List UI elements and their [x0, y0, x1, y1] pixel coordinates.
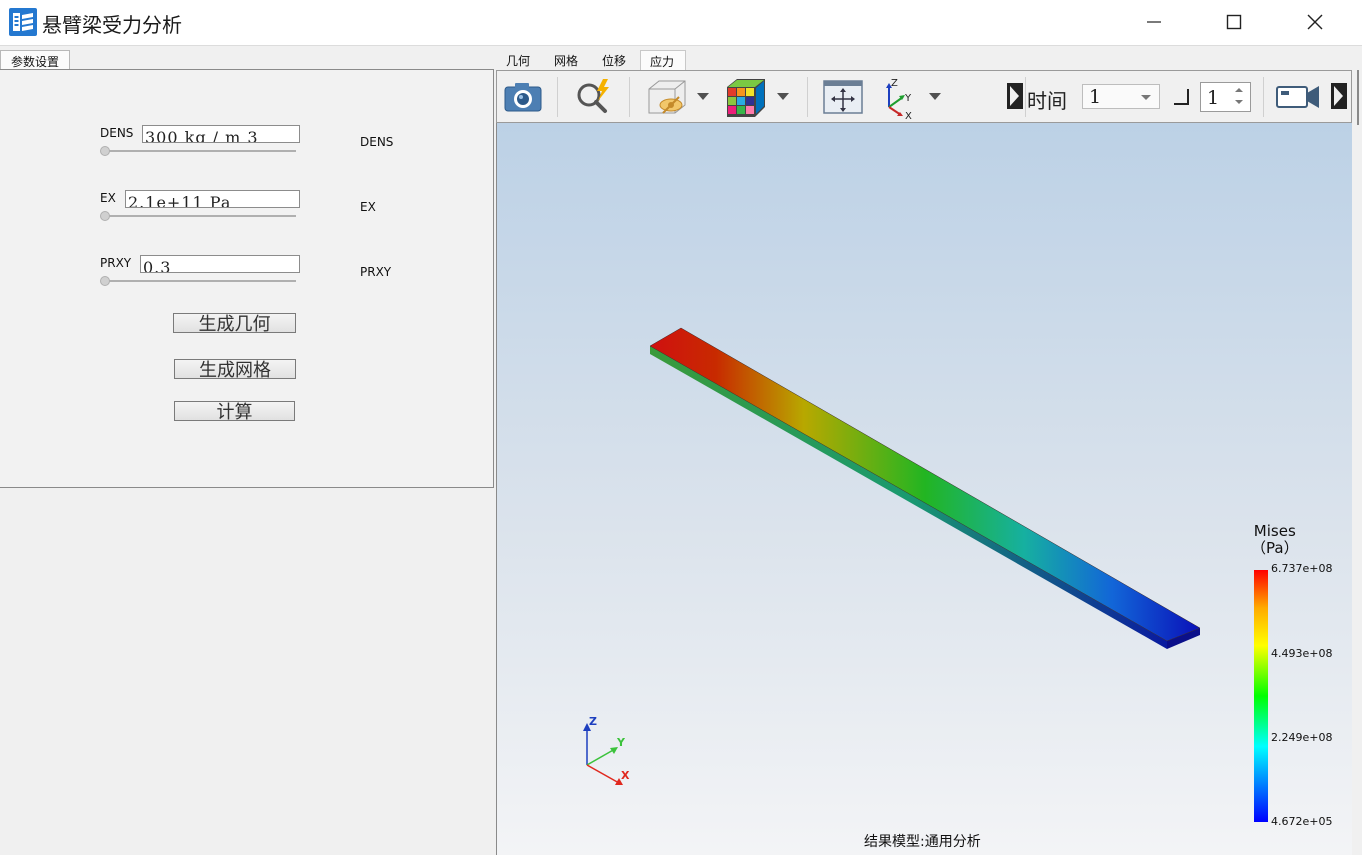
result-model-label: 结果模型:通用分析 [864, 834, 981, 850]
ex-label: EX [100, 191, 116, 205]
prxy-input[interactable]: 0.3 [140, 255, 300, 273]
minimize-button[interactable] [1131, 0, 1177, 46]
window-title: 悬臂梁受力分析 [42, 13, 182, 37]
toolbar-separator [1263, 77, 1264, 117]
close-button[interactable] [1292, 0, 1338, 46]
compute-button[interactable]: 计算 [174, 401, 295, 421]
step-end-icon[interactable] [1172, 87, 1192, 107]
generate-geometry-button[interactable]: 生成几何 [173, 313, 296, 333]
right-tab-bar: 几何 网格 位移 应力 [494, 48, 1362, 70]
time-label: 时间 [1027, 89, 1067, 113]
step-value: 1 [1207, 87, 1220, 109]
prxy-right-label: PRXY [360, 265, 392, 279]
generate-mesh-button[interactable]: 生成网格 [174, 359, 296, 379]
axes-icon[interactable]: Z Y X [881, 77, 921, 121]
dens-slider-handle[interactable] [100, 146, 110, 156]
app-logo-icon [9, 8, 37, 36]
triad-y-label: Y [616, 736, 626, 749]
color-dropdown-arrow[interactable] [777, 93, 789, 100]
spin-down-icon[interactable] [1235, 100, 1243, 104]
legend-value-max: 6.737e+08 [1271, 562, 1333, 575]
toolbar-separator [629, 77, 630, 117]
ex-input[interactable]: 2.1e+11 Pa [125, 190, 300, 208]
color-cube-icon[interactable] [725, 77, 767, 119]
tab-stress[interactable]: 应力 [640, 50, 686, 70]
dens-slider-track[interactable] [103, 150, 296, 152]
legend-value-min: 4.672e+05 [1271, 815, 1333, 828]
axes-dropdown-arrow[interactable] [929, 93, 941, 100]
app-window: 悬臂梁受力分析 参数设置 DENS 300 kg / m 3 DENS EX 2… [0, 0, 1362, 855]
parameter-panel: DENS 300 kg / m 3 DENS EX 2.1e+11 Pa EX … [0, 69, 494, 488]
dens-input[interactable]: 300 kg / m 3 [142, 125, 300, 143]
tab-geometry[interactable]: 几何 [506, 52, 530, 69]
legend-title: Mises （Pa） [1251, 523, 1299, 557]
triad-x-label: X [621, 769, 630, 782]
video-icon[interactable] [1275, 81, 1321, 113]
left-tab-bar: 参数设置 [0, 48, 494, 70]
visibility-icon[interactable] [645, 77, 689, 119]
tab-mesh[interactable]: 网格 [554, 52, 578, 69]
fit-view-icon[interactable] [823, 77, 863, 117]
svg-text:Y: Y [904, 93, 912, 104]
ex-right-label: EX [360, 200, 376, 214]
legend-title-quantity: Mises [1253, 522, 1296, 540]
prxy-slider-track[interactable] [103, 280, 296, 282]
ex-slider-track[interactable] [103, 215, 296, 217]
left-empty-area [0, 488, 494, 855]
maximize-button[interactable] [1211, 0, 1257, 46]
legend-color-bar [1254, 570, 1268, 822]
prxy-label: PRXY [100, 256, 132, 270]
toolbar-extend-right-icon[interactable] [1331, 83, 1347, 109]
legend-value-3: 2.249e+08 [1271, 731, 1333, 744]
svg-text:X: X [905, 111, 912, 121]
toolbar-separator [1025, 77, 1026, 117]
toolbar-separator [807, 77, 808, 117]
dens-right-label: DENS [360, 135, 394, 149]
prxy-slider-handle[interactable] [100, 276, 110, 286]
time-select-value: 1 [1089, 86, 1102, 108]
triad-z-label: Z [589, 715, 597, 728]
chevron-down-icon [1141, 95, 1151, 100]
viewer-toolbar: Z Y X 时间 1 1 [496, 70, 1352, 123]
window-edge [1352, 70, 1362, 855]
legend-value-2: 4.493e+08 [1271, 647, 1333, 660]
title-bar: 悬臂梁受力分析 [0, 0, 1362, 46]
tab-parameter-settings[interactable]: 参数设置 [0, 50, 70, 70]
svg-text:Z: Z [891, 78, 898, 89]
spin-up-icon[interactable] [1235, 88, 1243, 92]
tab-displacement[interactable]: 位移 [602, 52, 626, 69]
toolbar-separator [557, 77, 558, 117]
probe-icon[interactable] [573, 77, 615, 119]
time-select[interactable]: 1 [1082, 84, 1160, 109]
legend-title-unit: （Pa） [1251, 539, 1299, 557]
dens-label: DENS [100, 126, 134, 140]
step-spinbox[interactable]: 1 [1200, 82, 1251, 112]
toolbar-extend-left-icon[interactable] [1007, 83, 1023, 109]
window-edge-line [1357, 70, 1359, 125]
3d-viewport[interactable]: Z Y X Mises （Pa） 6.737e+08 4.493e+08 2.2… [496, 123, 1352, 855]
visibility-dropdown-arrow[interactable] [697, 93, 709, 100]
ex-slider-handle[interactable] [100, 211, 110, 221]
camera-icon[interactable] [503, 77, 543, 117]
axis-triad-icon: Z Y X [583, 715, 630, 785]
